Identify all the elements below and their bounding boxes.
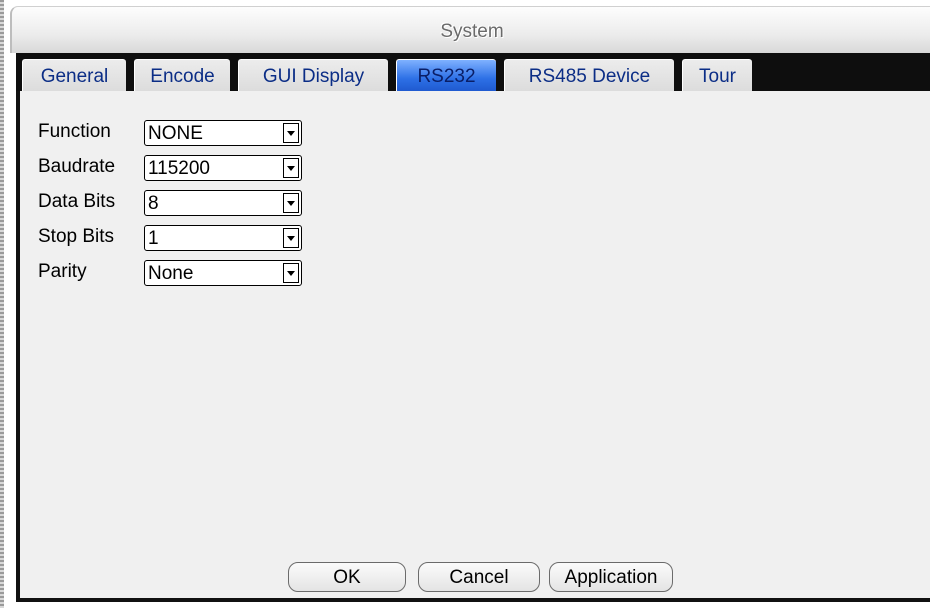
rs232-settings-panel: Function NONE Baudrate 115200 Data Bits … [16, 91, 930, 602]
stop-bits-value: 1 [148, 228, 159, 249]
baudrate-value: 115200 [148, 158, 210, 179]
data-bits-label: Data Bits [38, 191, 116, 212]
function-select[interactable]: NONE [144, 120, 302, 146]
parity-value: None [148, 263, 194, 284]
window-title: System [440, 21, 504, 42]
tab-bar: General Encode GUI Display RS232 RS485 D… [16, 53, 930, 91]
tab-tour[interactable]: Tour [682, 59, 752, 91]
ok-button[interactable]: OK [288, 562, 406, 592]
function-label: Function [38, 121, 111, 142]
chevron-down-icon[interactable] [283, 263, 299, 283]
chevron-down-icon[interactable] [283, 228, 299, 248]
tab-gui-display[interactable]: GUI Display [238, 59, 388, 91]
stop-bits-select[interactable]: 1 [144, 225, 302, 251]
tab-rs485-device[interactable]: RS485 Device [504, 59, 674, 91]
data-bits-select[interactable]: 8 [144, 190, 302, 216]
tab-rs232[interactable]: RS232 [396, 59, 496, 91]
parity-label: Parity [38, 261, 87, 282]
data-bits-value: 8 [148, 193, 159, 214]
title-bar[interactable]: System [10, 6, 930, 53]
chevron-down-icon[interactable] [283, 158, 299, 178]
parity-select[interactable]: None [144, 260, 302, 286]
system-dialog: System General Encode GUI Display RS232 … [4, 0, 930, 608]
function-value: NONE [148, 123, 203, 144]
stop-bits-label: Stop Bits [38, 226, 115, 247]
tab-encode[interactable]: Encode [134, 59, 230, 91]
application-button[interactable]: Application [549, 562, 673, 592]
tab-general[interactable]: General [22, 59, 126, 91]
baudrate-label: Baudrate [38, 156, 116, 177]
baudrate-select[interactable]: 115200 [144, 155, 302, 181]
chevron-down-icon[interactable] [283, 193, 299, 213]
cancel-button[interactable]: Cancel [418, 562, 540, 592]
chevron-down-icon[interactable] [283, 123, 299, 143]
